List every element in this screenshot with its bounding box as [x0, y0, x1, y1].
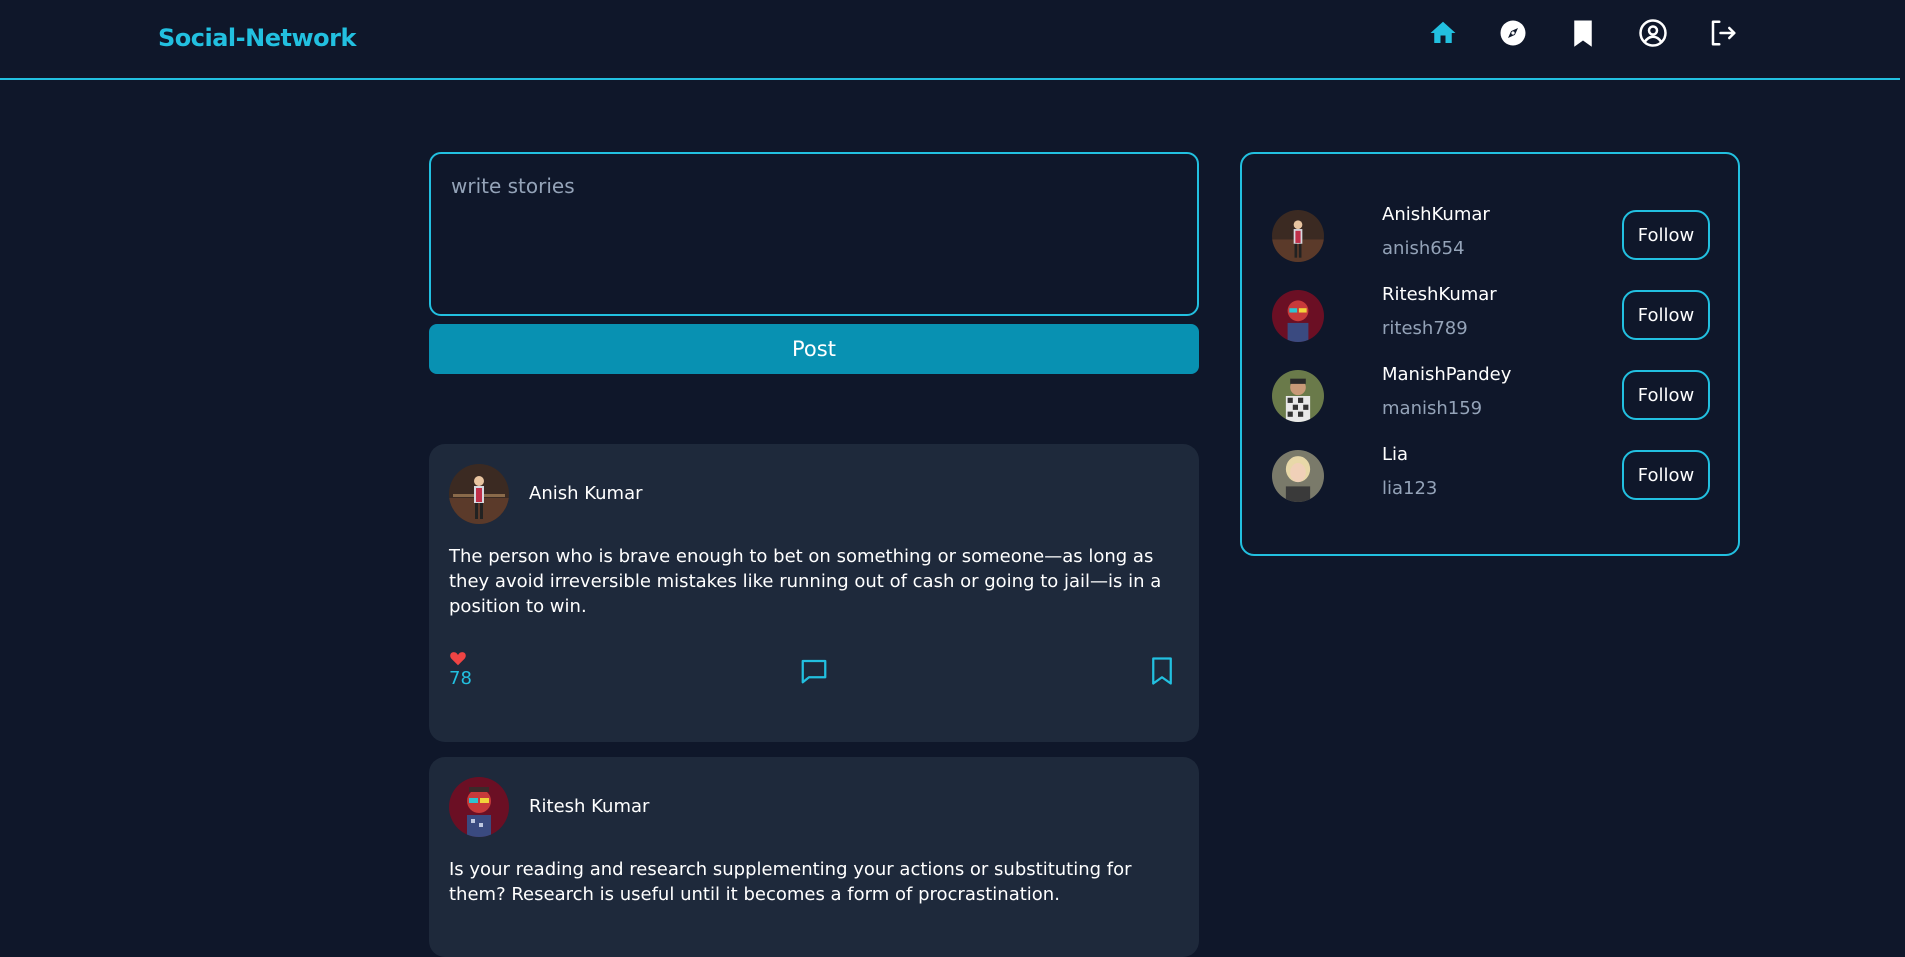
- home-icon[interactable]: [1428, 18, 1458, 48]
- user-handle: ritesh789: [1382, 318, 1468, 339]
- user-avatar[interactable]: [1272, 370, 1324, 422]
- top-navbar: Social-Network: [0, 0, 1900, 80]
- explore-icon[interactable]: [1498, 18, 1528, 48]
- user-name[interactable]: AnishKumar: [1382, 204, 1490, 225]
- user-name[interactable]: ManishPandey: [1382, 364, 1511, 385]
- user-name[interactable]: RiteshKumar: [1382, 284, 1497, 305]
- like-count: 78: [449, 668, 472, 689]
- profile-icon[interactable]: [1638, 18, 1668, 48]
- suggestion-item: ManishPandey manish159 Follow: [1272, 364, 1712, 430]
- user-avatar[interactable]: [1272, 210, 1324, 262]
- follow-button[interactable]: Follow: [1622, 210, 1710, 260]
- follow-button[interactable]: Follow: [1622, 450, 1710, 500]
- suggestion-item: Lia lia123 Follow: [1272, 444, 1712, 510]
- logout-icon[interactable]: [1708, 18, 1738, 48]
- bookmark-icon[interactable]: [1568, 18, 1598, 48]
- user-handle: manish159: [1382, 398, 1483, 419]
- author-avatar[interactable]: [449, 777, 509, 837]
- author-avatar[interactable]: [449, 464, 509, 524]
- user-avatar[interactable]: [1272, 290, 1324, 342]
- user-avatar[interactable]: [1272, 450, 1324, 502]
- save-bookmark-icon[interactable]: [1149, 656, 1175, 686]
- story-input[interactable]: [429, 152, 1199, 316]
- user-handle: anish654: [1382, 238, 1465, 259]
- user-name[interactable]: Lia: [1382, 444, 1408, 465]
- post-card: Ritesh Kumar Is your reading and researc…: [429, 757, 1199, 957]
- suggestion-item: AnishKumar anish654 Follow: [1272, 204, 1712, 270]
- brand-logo[interactable]: Social-Network: [158, 24, 356, 52]
- post-text: The person who is brave enough to bet on…: [449, 546, 1162, 617]
- post-author[interactable]: Ritesh Kumar: [529, 796, 649, 817]
- post-card: Anish Kumar The person who is brave enou…: [429, 444, 1199, 742]
- user-handle: lia123: [1382, 478, 1438, 499]
- follow-suggestions: AnishKumar anish654 Follow RiteshKumar r…: [1240, 152, 1740, 556]
- suggestion-item: RiteshKumar ritesh789 Follow: [1272, 284, 1712, 350]
- comment-icon[interactable]: [799, 656, 829, 686]
- post-button[interactable]: Post: [429, 324, 1199, 374]
- heart-icon: [450, 652, 466, 666]
- follow-button[interactable]: Follow: [1622, 370, 1710, 420]
- post-text: Is your reading and research supplementi…: [449, 859, 1132, 905]
- follow-button[interactable]: Follow: [1622, 290, 1710, 340]
- nav-icons: [1428, 18, 1738, 48]
- post-author[interactable]: Anish Kumar: [529, 483, 643, 504]
- like-button[interactable]: 78: [449, 650, 472, 689]
